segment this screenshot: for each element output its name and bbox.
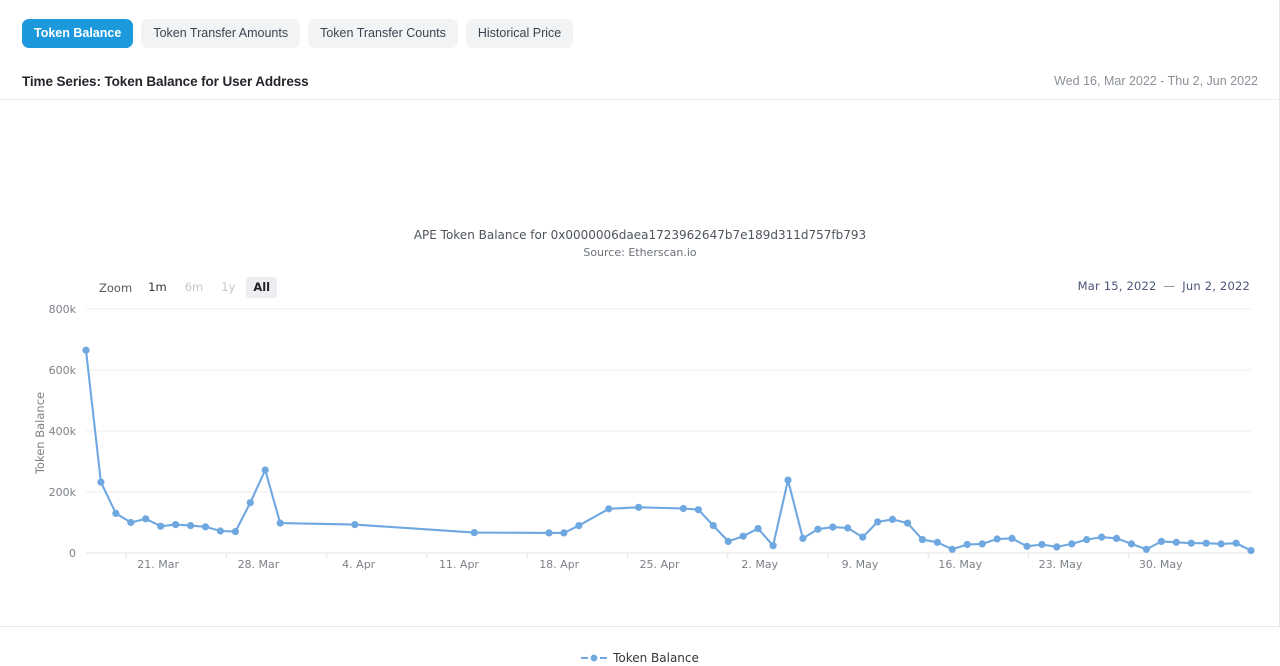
tab-token-balance[interactable]: Token Balance xyxy=(22,19,133,48)
legend-item-token-balance[interactable]: Token Balance xyxy=(581,651,699,665)
svg-text:4. Apr: 4. Apr xyxy=(342,558,375,571)
data-point[interactable] xyxy=(799,535,806,542)
legend-label: Token Balance xyxy=(613,651,699,665)
data-point[interactable] xyxy=(874,518,881,525)
data-point[interactable] xyxy=(560,529,567,536)
data-point[interactable] xyxy=(784,477,791,484)
data-point[interactable] xyxy=(844,524,851,531)
data-point[interactable] xyxy=(889,516,896,523)
data-point[interactable] xyxy=(964,541,971,548)
data-point[interactable] xyxy=(1143,546,1150,553)
svg-text:800k: 800k xyxy=(49,303,77,316)
data-point[interactable] xyxy=(680,505,687,512)
svg-text:25. Apr: 25. Apr xyxy=(639,558,679,571)
data-point[interactable] xyxy=(157,523,164,530)
data-point[interactable] xyxy=(1068,540,1075,547)
data-point[interactable] xyxy=(919,536,926,543)
svg-text:21. Mar: 21. Mar xyxy=(137,558,179,571)
series-line-token-balance xyxy=(86,350,1251,550)
svg-text:11. Apr: 11. Apr xyxy=(439,558,479,571)
data-point[interactable] xyxy=(1038,541,1045,548)
data-point[interactable] xyxy=(351,521,358,528)
svg-text:18. Apr: 18. Apr xyxy=(539,558,579,571)
y-axis-label: Token Balance xyxy=(33,392,47,475)
svg-text:200k: 200k xyxy=(49,486,77,499)
data-point[interactable] xyxy=(187,522,194,529)
data-point[interactable] xyxy=(142,515,149,522)
data-point[interactable] xyxy=(1023,543,1030,550)
data-point[interactable] xyxy=(82,347,89,354)
data-point[interactable] xyxy=(994,535,1001,542)
data-point[interactable] xyxy=(277,520,284,527)
tab-bar: Token Balance Token Transfer Amounts Tok… xyxy=(0,0,1279,46)
data-point[interactable] xyxy=(97,479,104,486)
grid-lines xyxy=(86,309,1251,553)
data-point[interactable] xyxy=(979,540,986,547)
data-point[interactable] xyxy=(635,504,642,511)
data-point[interactable] xyxy=(934,539,941,546)
data-point[interactable] xyxy=(1188,540,1195,547)
data-point[interactable] xyxy=(695,506,702,513)
data-point[interactable] xyxy=(202,523,209,530)
data-point[interactable] xyxy=(471,529,478,536)
data-point[interactable] xyxy=(1098,534,1105,541)
chart-legend: Token Balance xyxy=(0,651,1280,666)
data-point[interactable] xyxy=(814,526,821,533)
data-point[interactable] xyxy=(575,522,582,529)
page-root: Token Balance Token Transfer Amounts Tok… xyxy=(0,0,1280,627)
page-title: Time Series: Token Balance for User Addr… xyxy=(22,74,309,89)
tab-historical-price[interactable]: Historical Price xyxy=(466,19,573,48)
data-point[interactable] xyxy=(605,505,612,512)
legend-marker-icon xyxy=(581,653,607,663)
data-point[interactable] xyxy=(172,521,179,528)
data-point[interactable] xyxy=(1053,543,1060,550)
data-point[interactable] xyxy=(725,538,732,545)
data-point[interactable] xyxy=(1218,540,1225,547)
data-point[interactable] xyxy=(949,546,956,553)
chart-svg: 0 200k 400k 600k 800k 21. Mar 28. Mar 4. Apr 11… xyxy=(0,100,1280,580)
svg-text:0: 0 xyxy=(69,547,76,560)
data-point[interactable] xyxy=(755,525,762,532)
data-point[interactable] xyxy=(545,529,552,536)
data-point[interactable] xyxy=(127,519,134,526)
data-point[interactable] xyxy=(1158,538,1165,545)
chart-container: APE Token Balance for 0x0000006daea17239… xyxy=(0,100,1280,580)
data-point[interactable] xyxy=(710,522,717,529)
data-point[interactable] xyxy=(217,527,224,534)
svg-text:9. May: 9. May xyxy=(842,558,879,571)
data-point[interactable] xyxy=(1203,540,1210,547)
svg-text:600k: 600k xyxy=(49,364,77,377)
series-markers xyxy=(82,347,1254,555)
svg-text:28. Mar: 28. Mar xyxy=(238,558,280,571)
data-point[interactable] xyxy=(262,466,269,473)
section-header: Time Series: Token Balance for User Addr… xyxy=(0,63,1279,100)
y-axis-tick-labels: 0 200k 400k 600k 800k xyxy=(49,303,77,560)
svg-text:16. May: 16. May xyxy=(938,558,982,571)
data-point[interactable] xyxy=(112,510,119,517)
data-point[interactable] xyxy=(1173,539,1180,546)
data-point[interactable] xyxy=(740,533,747,540)
data-point[interactable] xyxy=(1128,540,1135,547)
date-range-text: Wed 16, Mar 2022 - Thu 2, Jun 2022 xyxy=(1054,74,1258,88)
svg-text:30. May: 30. May xyxy=(1139,558,1183,571)
data-point[interactable] xyxy=(904,520,911,527)
data-point[interactable] xyxy=(1083,536,1090,543)
data-point[interactable] xyxy=(247,499,254,506)
data-point[interactable] xyxy=(829,524,836,531)
data-point[interactable] xyxy=(770,542,777,549)
data-point[interactable] xyxy=(1008,535,1015,542)
data-point[interactable] xyxy=(859,534,866,541)
x-axis-tick-labels: 21. Mar 28. Mar 4. Apr 11. Apr 18. Apr 25. Ap… xyxy=(126,553,1183,571)
data-point[interactable] xyxy=(232,528,239,535)
tab-token-transfer-amounts[interactable]: Token Transfer Amounts xyxy=(141,19,300,48)
svg-text:23. May: 23. May xyxy=(1039,558,1083,571)
svg-text:400k: 400k xyxy=(49,425,77,438)
tab-token-transfer-counts[interactable]: Token Transfer Counts xyxy=(308,19,458,48)
svg-text:2. May: 2. May xyxy=(741,558,778,571)
data-point[interactable] xyxy=(1233,540,1240,547)
data-point[interactable] xyxy=(1247,547,1254,554)
data-point[interactable] xyxy=(1113,535,1120,542)
